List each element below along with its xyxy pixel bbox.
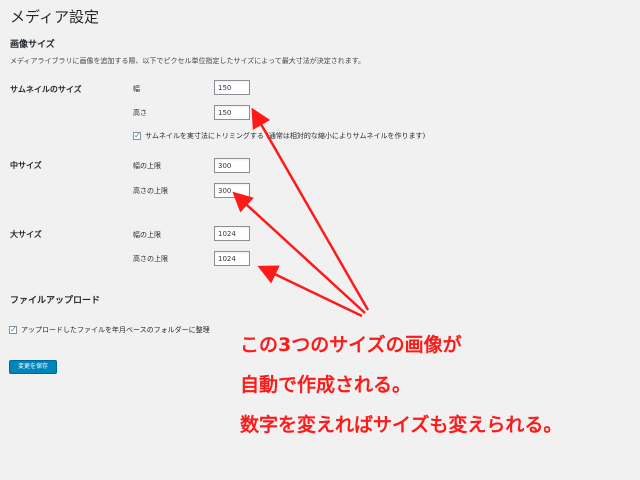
- arrow-to-thumbnail: [251, 107, 370, 311]
- annotation-arrows: [232, 107, 370, 318]
- arrow-to-medium: [232, 191, 366, 314]
- annotation-line-3: 数字を変えればサイズも変えられる。: [240, 414, 563, 436]
- annotation-line-1: この3つのサイズの画像が: [240, 334, 462, 356]
- annotation-line-2: 自動で作成される。: [240, 374, 412, 396]
